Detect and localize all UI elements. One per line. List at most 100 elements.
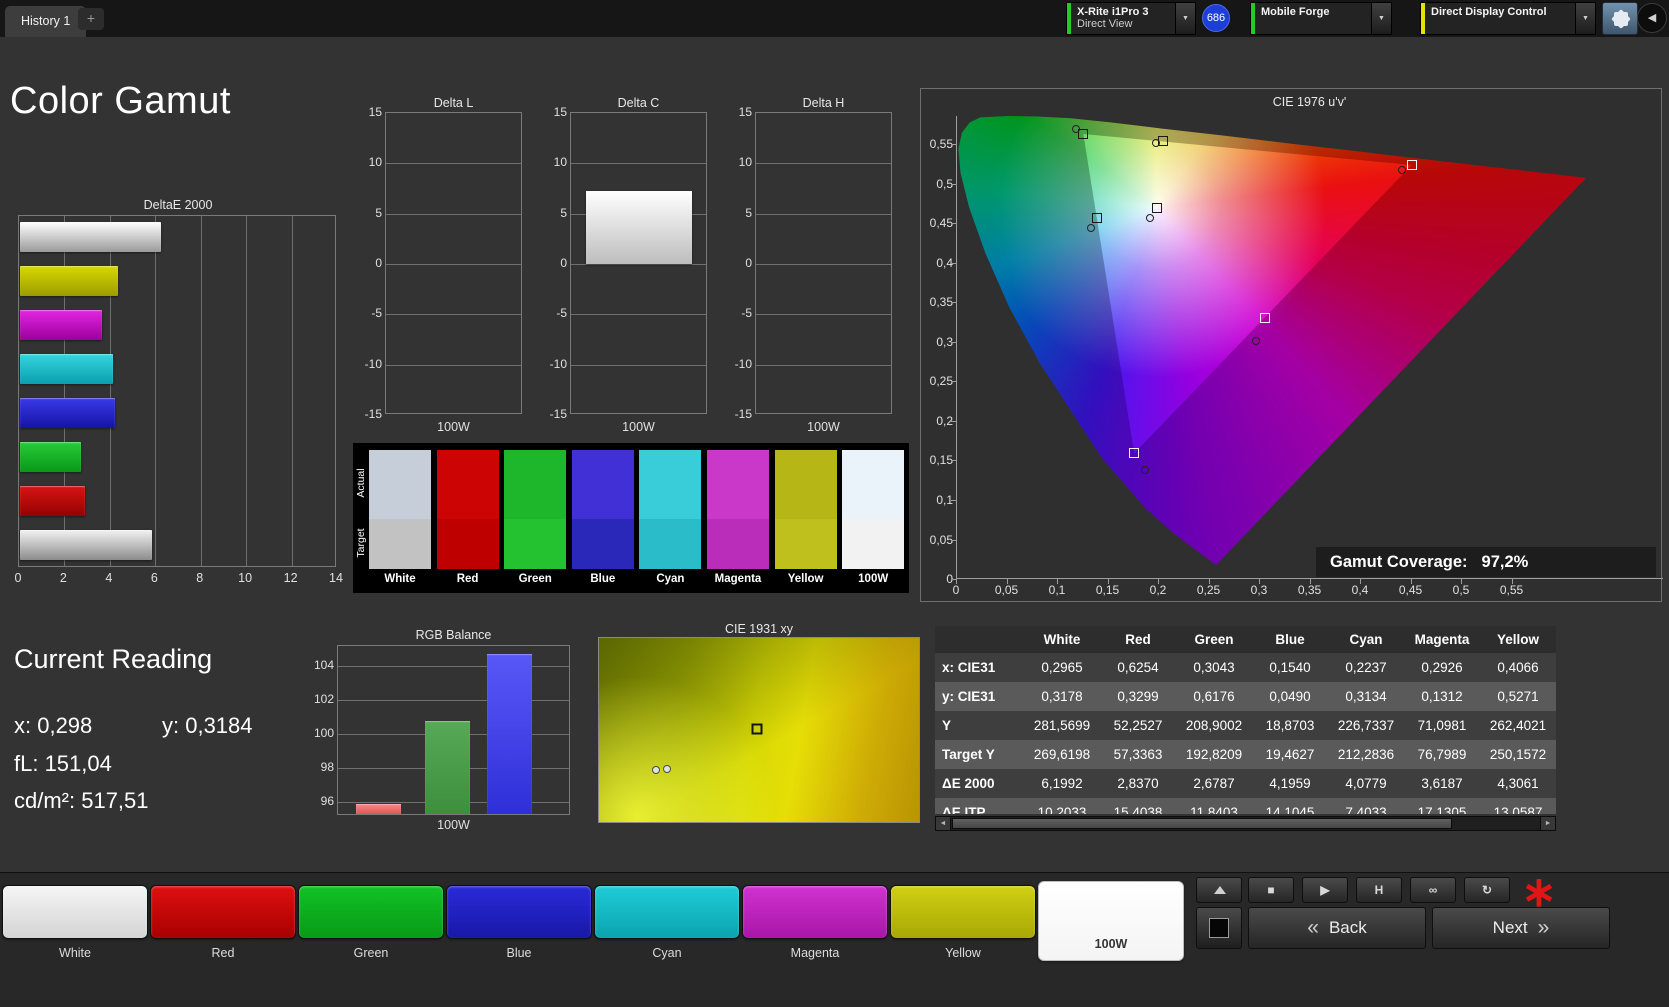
color-button-magenta[interactable] [742,885,888,939]
scroll-left-button[interactable]: ◄ [936,817,951,830]
scroll-right-button[interactable]: ► [1540,817,1555,830]
swatch-label: White [384,573,416,585]
dropdown-chevron-icon[interactable]: ▼ [1175,3,1195,34]
table-header-cell: Red [1125,632,1151,647]
dropdown-chevron-icon[interactable]: ▼ [1371,3,1391,34]
swatch-actual-magenta [707,450,769,519]
table-cell: 10,2033 [1037,805,1087,814]
row-label: Y [942,718,952,733]
row-label: y: CIE31 [942,689,996,704]
color-button-label: Red [211,946,235,960]
deltae-bar-red [20,486,85,516]
table-cell: 281,5699 [1033,718,1091,733]
gridline [756,163,891,165]
deltae-bar-yellow [20,266,118,296]
coverage-label: Gamut Coverage: [1330,552,1468,571]
pattern-window-button[interactable] [1196,907,1242,949]
deltae-chart: DeltaE 2000 0 2 4 6 8 10 12 14 [15,198,343,593]
mini-charts: Delta L 15 10 5 0 -5 -10 -15 100W Delta C 15 10 5 0 -5… [365,96,910,446]
chart-title: CIE 1931 xy [724,622,794,636]
color-button-cyan[interactable] [594,885,740,939]
color-button-label: Green [353,946,389,960]
source-meter[interactable]: Mobile Forge ▼ [1250,2,1392,35]
table-cell: 0,6254 [1117,660,1159,675]
table-cell: 0,3043 [1193,660,1235,675]
gridline [756,264,891,265]
swatch-actual-cyan [639,450,702,519]
axis-tick-label: -5 [371,306,382,321]
rgb-plot [337,645,570,815]
table-header-cell: Blue [1275,632,1305,647]
device-meter[interactable]: X-Rite i1Pro 3 Direct View ▼ [1066,2,1196,35]
add-tab-button[interactable]: + [78,8,104,30]
measured-marker-red [1397,165,1406,174]
refresh-button[interactable]: ↻ [1464,877,1510,903]
axis-tick [1208,579,1210,584]
axis-tick [951,381,956,383]
settings-button[interactable] [1602,2,1638,35]
collapse-button[interactable]: ◀ [1637,3,1667,33]
back-label: Back [1328,918,1367,937]
table-row: y: CIE31 0,3178 0,3299 0,6176 0,0490 0,3134 0,… [935,682,1556,711]
swatch-target-white [369,519,431,569]
axis-tick-label: 0 [745,256,752,270]
row-label-actual: Actual [355,468,367,498]
display-meter[interactable]: Direct Display Control ▼ [1420,2,1596,35]
refresh-icon: ↻ [1481,883,1493,897]
swatch-label: Cyan [656,573,685,585]
axis-label: 100W [807,420,840,434]
color-button-label: Blue [506,946,532,960]
plot-area [755,112,892,414]
row-label-target: Target [355,528,367,558]
table-row: Target Y 269,6198 57,3363 192,8209 19,4627 21… [935,740,1556,769]
axis-tick-label: 96 [320,794,334,809]
row-label: ΔE 2000 [942,776,995,791]
axis-tick-label: 0 [14,571,22,585]
stop-button[interactable]: ■ [1248,877,1294,903]
measured-marker-cyan [1087,224,1096,233]
axis-tick-label: 0,15 [1095,583,1120,597]
table-cell: 4,0779 [1345,776,1387,791]
hold-icon: H [1374,883,1384,897]
gridline [386,364,521,366]
table-cell: 18,8703 [1265,718,1315,733]
deltae-ticks: 0 2 4 6 8 10 12 14 [15,571,343,587]
dropdown-chevron-icon[interactable]: ▼ [1575,3,1595,34]
color-button-blue[interactable] [446,885,592,939]
color-button-white[interactable] [2,885,148,939]
axis-tick-label: 15 [738,105,752,119]
back-button[interactable]: « Back [1248,907,1426,949]
axis-tick-label: -10 [549,356,567,371]
gridline [246,216,248,566]
topbar: History 1 + X-Rite i1Pro 3 Direct View ▼… [0,0,1669,37]
cie1976-panel: CIE 1976 u'v' Gamut Coverage: 97,2% 0,55… [920,88,1663,602]
table-cell: 15,4038 [1113,805,1163,814]
axis-tick [1461,579,1462,584]
table-cell: 13,0587 [1493,805,1543,814]
axis-tick [1057,579,1058,584]
axis-label: 100W [622,420,655,434]
gridline [756,213,891,215]
table-cell: 212,2836 [1337,747,1395,762]
table-header-cell: Cyan [1349,632,1383,647]
table-cell: 57,3363 [1113,747,1163,762]
axis-tick-label: 0 [375,256,382,270]
table-cell: 3,6187 [1421,776,1463,791]
plot-area [385,112,522,414]
table-cell: 250,1572 [1489,747,1547,762]
infinity-button[interactable]: ∞ [1410,877,1456,903]
reading-count-badge: 686 [1202,4,1230,32]
table-scrollbar[interactable]: ◄ ► [935,816,1556,831]
table-cell: 0,4066 [1497,660,1539,675]
color-button-red[interactable] [150,885,296,939]
history-tab[interactable]: History 1 [5,6,87,37]
scroll-thumb[interactable] [952,818,1452,829]
axis-tick [951,144,956,145]
play-button[interactable]: ▶ [1302,877,1348,903]
table-header-cell: Magenta [1414,632,1470,647]
color-button-green[interactable] [298,885,444,939]
deltae-bar-white [20,222,161,252]
table-cell: 192,8209 [1185,747,1243,762]
color-button-yellow[interactable] [890,885,1036,939]
hold-button[interactable]: H [1356,877,1402,903]
